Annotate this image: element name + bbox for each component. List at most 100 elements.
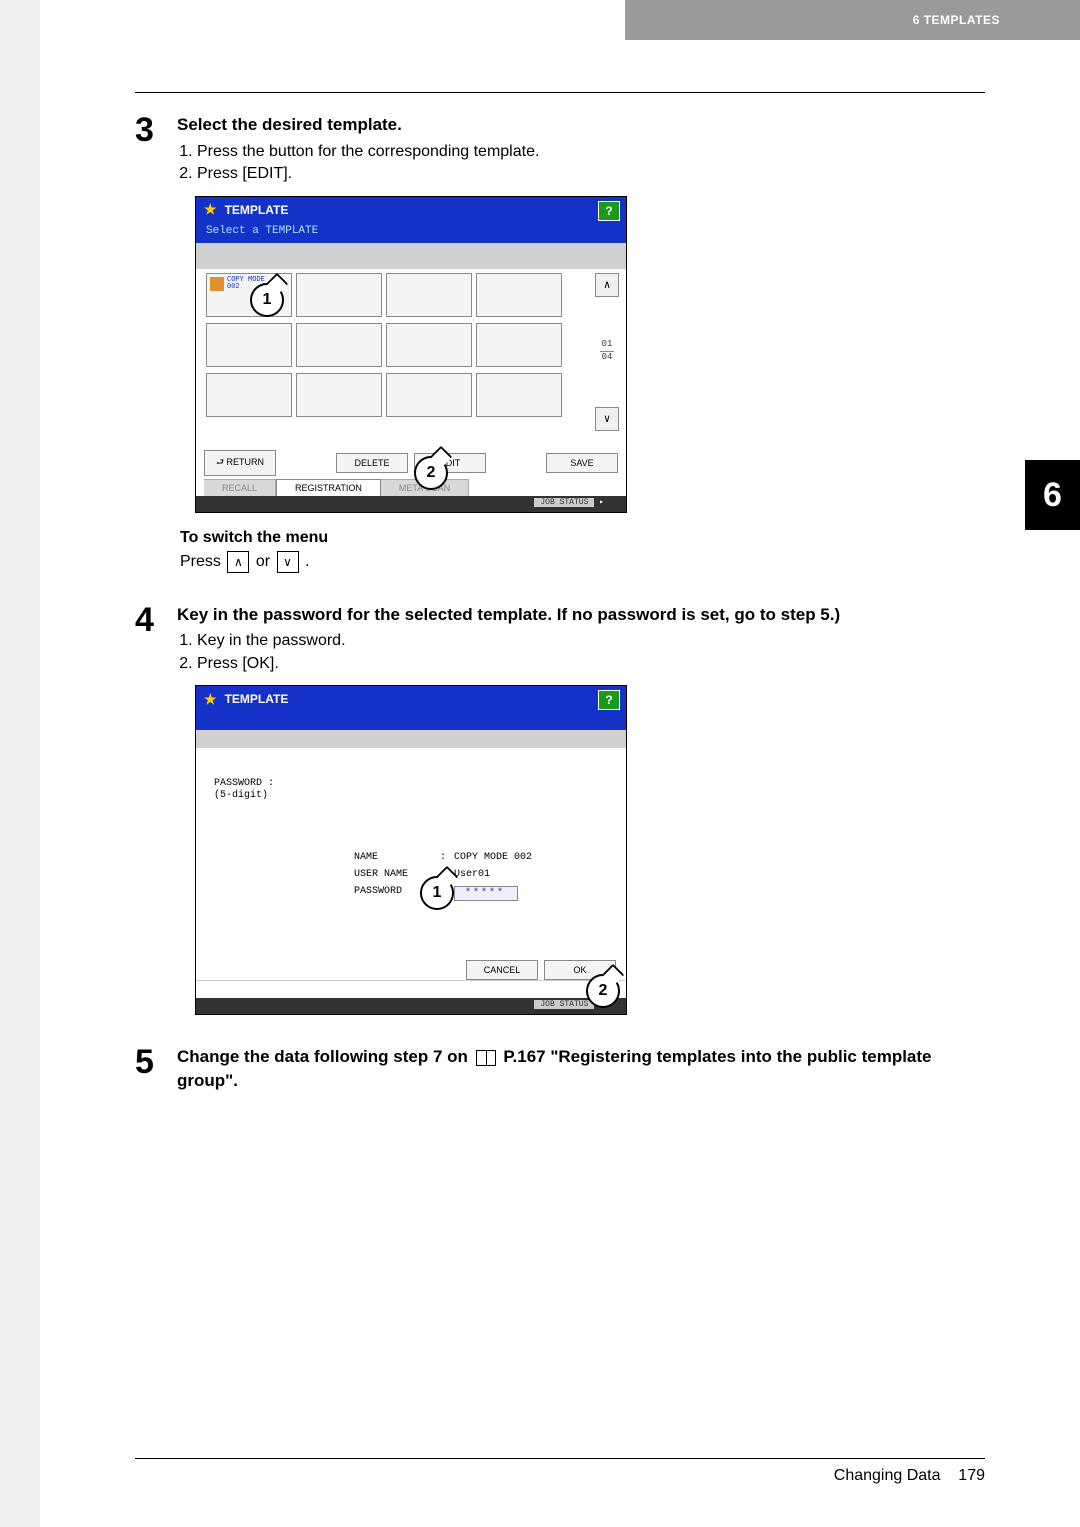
star-icon: ★ — [204, 691, 217, 708]
step-3-item-2: Press [EDIT]. — [197, 163, 985, 185]
job-status-button[interactable]: JOB STATUS — [534, 1000, 594, 1009]
template-row-2 — [206, 323, 616, 367]
template-cell[interactable] — [476, 323, 562, 367]
ss1-button-row: ⮐ RETURN DELETE EDIT SAVE — [204, 450, 618, 476]
step-4-body: Key in the password for the selected tem… — [177, 603, 985, 676]
info-row-user: USER NAME : User01 — [354, 869, 608, 880]
step-5-number: 5 — [135, 1045, 163, 1097]
template-cell[interactable] — [386, 373, 472, 417]
template-cell[interactable] — [476, 273, 562, 317]
callout-2: 2 — [414, 456, 448, 490]
callout-1-num: 1 — [433, 884, 442, 902]
footer-page: 179 — [958, 1467, 985, 1484]
footer: Changing Data 179 — [135, 1458, 985, 1485]
callout-2-num: 2 — [427, 464, 436, 482]
sep: : — [440, 852, 448, 863]
tab-recall[interactable]: RECALL — [204, 479, 276, 497]
info-row-name: NAME : COPY MODE 002 — [354, 852, 608, 863]
info-row-pw: PASSWORD ***** — [354, 886, 608, 901]
template-cell[interactable] — [296, 323, 382, 367]
pw-label: PASSWORD : (5-digit) — [214, 778, 608, 802]
star-icon: ★ — [204, 201, 217, 218]
callout-1-num: 1 — [263, 291, 272, 309]
step-5-title-a: Change the data following step 7 on — [177, 1047, 468, 1066]
info-table: NAME : COPY MODE 002 USER NAME : User01 … — [354, 852, 608, 901]
ss1-titlebar: ★ TEMPLATE ? — [196, 197, 626, 223]
ss2-status-row: JOB STATUS ▸ — [196, 998, 626, 1014]
screenshot-2: ★ TEMPLATE ? PASSWORD : (5-digit) NAME : — [195, 685, 627, 1015]
user-key: USER NAME — [354, 869, 434, 880]
left-margin — [0, 0, 40, 1527]
ss1-subtitle: Select a TEMPLATE — [196, 223, 626, 243]
ss2-title: TEMPLATE — [225, 692, 289, 706]
scroll-down-button[interactable]: ∨ — [595, 407, 619, 431]
job-status-button[interactable]: JOB STATUS — [534, 498, 594, 507]
step-4: 4 Key in the password for the selected t… — [135, 603, 985, 676]
save-button[interactable]: SAVE — [546, 453, 618, 473]
paginator: 01 04 — [600, 340, 614, 363]
ss2-bottom-border — [196, 980, 626, 999]
return-button[interactable]: ⮐ RETURN — [204, 450, 276, 476]
step-4-number: 4 — [135, 603, 163, 676]
callout-1: 1 — [250, 283, 284, 317]
ss1-status-row: JOB STATUS ▸ — [196, 496, 626, 512]
scroll-column: ∧ 01 04 ∨ — [596, 273, 618, 431]
note-or: or — [256, 553, 270, 570]
step-5-title: Change the data following step 7 on P.16… — [177, 1045, 985, 1093]
template-cell[interactable] — [296, 273, 382, 317]
help-button[interactable]: ? — [598, 201, 620, 221]
switch-menu-note: To switch the menu Press ∧ or ∨ . — [180, 529, 985, 573]
step-3-item-1: Press the button for the corresponding t… — [197, 141, 985, 163]
template-cell[interactable] — [206, 373, 292, 417]
note-period: . — [305, 553, 309, 570]
screenshot-1-wrap: ★ TEMPLATE ? Select a TEMPLATE COPY MODE… — [195, 196, 625, 513]
help-button[interactable]: ? — [598, 690, 620, 710]
ss2-body: PASSWORD : (5-digit) NAME : COPY MODE 00… — [196, 748, 626, 917]
footer-text: Changing Data 179 — [135, 1467, 985, 1485]
callout-1: 1 — [420, 876, 454, 910]
book-icon — [476, 1050, 496, 1066]
template-cell[interactable] — [296, 373, 382, 417]
password-field[interactable]: ***** — [454, 886, 518, 901]
tab-registration[interactable]: REGISTRATION — [276, 479, 381, 497]
template-icon — [210, 277, 224, 291]
step-3-number: 3 — [135, 113, 163, 186]
header-band: 6 TEMPLATES — [625, 0, 1080, 40]
page-total: 04 — [600, 353, 614, 363]
ss2-sub — [196, 712, 626, 730]
step-3-list: Press the button for the corresponding t… — [177, 141, 985, 186]
delete-button[interactable]: DELETE — [336, 453, 408, 473]
step-5: 5 Change the data following step 7 on P.… — [135, 1045, 985, 1097]
screenshot-1: ★ TEMPLATE ? Select a TEMPLATE COPY MODE… — [195, 196, 627, 513]
footer-section: Changing Data — [834, 1467, 941, 1484]
footer-rule — [135, 1458, 985, 1459]
pw-label-l2: (5-digit) — [214, 790, 608, 802]
page-current: 01 — [600, 340, 614, 350]
pw-label-l1: PASSWORD : — [214, 778, 608, 790]
ss2-titlebar: ★ TEMPLATE ? — [196, 686, 626, 712]
step-4-item-2: Press [OK]. — [197, 653, 985, 675]
template-cell[interactable] — [386, 273, 472, 317]
up-key-icon: ∧ — [227, 551, 249, 573]
name-val: COPY MODE 002 — [454, 852, 532, 863]
cancel-button[interactable]: CANCEL — [466, 960, 538, 980]
template-cell[interactable] — [476, 373, 562, 417]
template-cell[interactable] — [206, 323, 292, 367]
ss2-gap — [196, 730, 626, 748]
ss1-toolbar-gap — [196, 243, 626, 269]
chapter-number: 6 — [1043, 476, 1062, 515]
user-val: User01 — [454, 869, 490, 880]
top-rule — [135, 92, 985, 93]
step-4-list: Key in the password. Press [OK]. — [177, 630, 985, 675]
step-4-title: Key in the password for the selected tem… — [177, 603, 985, 627]
step-3-title: Select the desired template. — [177, 113, 985, 137]
step-3: 3 Select the desired template. Press the… — [135, 113, 985, 186]
scroll-up-button[interactable]: ∧ — [595, 273, 619, 297]
center-buttons: DELETE EDIT — [336, 453, 486, 473]
template-cell[interactable] — [386, 323, 472, 367]
template-row-3 — [206, 373, 616, 417]
note-prefix: Press — [180, 553, 221, 570]
step-5-body: Change the data following step 7 on P.16… — [177, 1045, 985, 1097]
note-line: Press ∧ or ∨ . — [180, 551, 985, 573]
step-3-body: Select the desired template. Press the b… — [177, 113, 985, 186]
